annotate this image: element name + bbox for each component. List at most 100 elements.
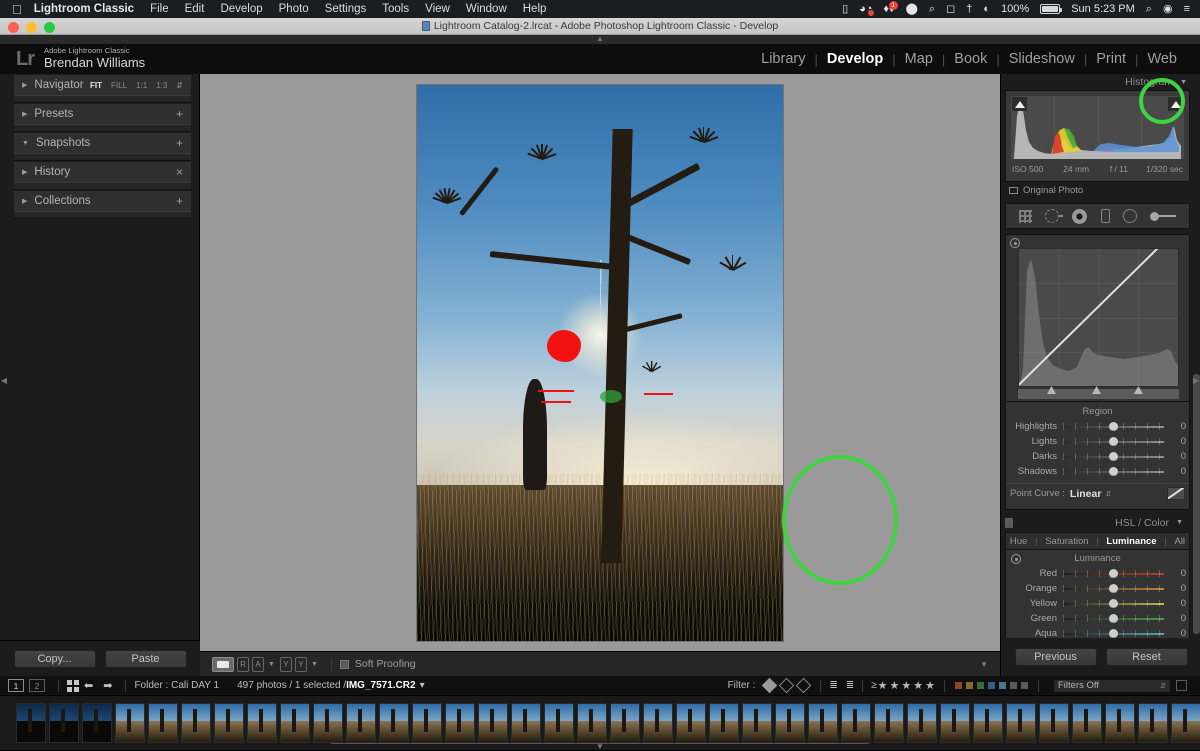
paste-button[interactable]: Paste: [105, 650, 187, 668]
filmstrip-collapse-handle[interactable]: ▼: [0, 744, 1200, 750]
filmstrip-thumbnail[interactable]: [874, 703, 904, 743]
siri-icon[interactable]: ◉: [1163, 4, 1173, 15]
zoom-window-button[interactable]: [44, 22, 55, 33]
chevron-down-icon[interactable]: ▼: [1176, 519, 1183, 526]
zoom-1-3-button[interactable]: 1:3: [156, 81, 167, 90]
zoom-fill-button[interactable]: FILL: [111, 81, 127, 90]
slider-track[interactable]: [1063, 452, 1164, 461]
add-preset-button[interactable]: +: [176, 108, 183, 120]
soft-proofing-checkbox[interactable]: [340, 660, 349, 669]
filmstrip-thumbnail[interactable]: [16, 703, 46, 743]
tone-range-handle-shadows[interactable]: [1047, 386, 1056, 394]
filmstrip-thumbnail[interactable]: [280, 703, 310, 743]
add-snapshot-button[interactable]: +: [176, 137, 183, 149]
identity-plate[interactable]: Adobe Lightroom Classic Brendan Williams: [44, 47, 145, 71]
sort-ascending-icon[interactable]: ≣: [829, 680, 837, 691]
develop-photo[interactable]: [417, 85, 783, 641]
heal-tool-icon[interactable]: [1045, 209, 1059, 223]
droplet-icon[interactable]: ⬤: [906, 4, 918, 15]
close-window-button[interactable]: [8, 22, 19, 33]
slider-darks[interactable]: Darks 0: [1006, 449, 1189, 464]
filmstrip-thumbnail[interactable]: [544, 703, 574, 743]
menu-item-develop[interactable]: Develop: [220, 3, 262, 15]
filmstrip-thumbnail[interactable]: [676, 703, 706, 743]
toolbar-options-icon[interactable]: ▼: [980, 660, 988, 669]
tab-hue[interactable]: Hue: [1010, 536, 1027, 547]
filmstrip-thumbnail[interactable]: [907, 703, 937, 743]
tone-curve-plot[interactable]: [1018, 248, 1179, 387]
tone-curve-graph[interactable]: [1005, 234, 1190, 402]
rating-operator[interactable]: ≥: [871, 680, 877, 691]
chevron-down-icon[interactable]: ▼: [311, 661, 318, 668]
menu-item-photo[interactable]: Photo: [279, 3, 309, 15]
zoom-stepper-icon[interactable]: ⇵: [176, 81, 183, 90]
tab-all[interactable]: All: [1174, 536, 1185, 547]
menu-item-view[interactable]: View: [425, 3, 450, 15]
color-label-blue[interactable]: [988, 682, 995, 689]
star-rating-4[interactable]: ★: [913, 679, 923, 692]
module-develop[interactable]: Develop: [818, 51, 892, 67]
slider-aqua[interactable]: Aqua 0: [1006, 626, 1189, 638]
flag-picked-icon[interactable]: [762, 678, 778, 694]
targeted-adjustment-icon[interactable]: [1010, 238, 1020, 248]
airplay-icon[interactable]: ◻: [946, 4, 955, 15]
module-map[interactable]: Map: [896, 51, 942, 67]
zoom-1-1-button[interactable]: 1:1: [136, 81, 147, 90]
color-label-green[interactable]: [977, 682, 984, 689]
slider-highlights[interactable]: Highlights 0: [1006, 419, 1189, 434]
chevron-down-icon[interactable]: ▼: [268, 661, 275, 668]
dropbox-icon[interactable]: ♦♦: [883, 4, 894, 15]
slider-orange[interactable]: Orange 0: [1006, 581, 1189, 596]
panel-navigator[interactable]: ▶ Navigator FIT FILL 1:1 1:3 ⇵: [14, 75, 191, 95]
slider-track[interactable]: [1063, 422, 1164, 431]
color-label-yellow[interactable]: [966, 682, 973, 689]
image-canvas[interactable]: [200, 74, 1000, 651]
right-panel-scrollbar[interactable]: [1193, 374, 1200, 634]
filmstrip-thumbnail[interactable]: [1006, 703, 1036, 743]
filmstrip-thumbnail[interactable]: [775, 703, 805, 743]
filmstrip-thumbnail[interactable]: [445, 703, 475, 743]
radial-gradient-icon[interactable]: [1123, 209, 1137, 223]
slider-track[interactable]: [1063, 584, 1164, 593]
menu-app-name[interactable]: Lightroom Classic: [34, 3, 134, 15]
left-panel-collapse-handle[interactable]: ◀: [0, 370, 8, 390]
filmstrip-thumbnail[interactable]: [808, 703, 838, 743]
panel-collections[interactable]: ▶ Collections +: [14, 191, 191, 211]
previous-button[interactable]: Previous: [1015, 648, 1097, 666]
linear-gradient-icon[interactable]: [1101, 209, 1110, 223]
filmstrip-thumbnail[interactable]: [181, 703, 211, 743]
filmstrip-thumbnail[interactable]: [577, 703, 607, 743]
timemachine-icon[interactable]: ◕◔: [859, 4, 872, 15]
screen-1-button[interactable]: 1: [8, 679, 24, 692]
menu-item-settings[interactable]: Settings: [325, 3, 367, 15]
tab-luminance[interactable]: Luminance: [1106, 536, 1156, 547]
slider-green[interactable]: Green 0: [1006, 611, 1189, 626]
point-curve-stepper-icon[interactable]: ⇵: [1105, 490, 1111, 498]
filmstrip-thumbnail[interactable]: [1171, 703, 1200, 743]
panel-history[interactable]: ▶ History ×: [14, 162, 191, 182]
reset-button[interactable]: Reset: [1106, 648, 1188, 666]
filter-lock-icon[interactable]: [1176, 680, 1187, 691]
filmstrip-thumbnail[interactable]: [148, 703, 178, 743]
ya-compare-left-icon[interactable]: Y: [280, 657, 292, 672]
current-filename[interactable]: IMG_7571.CR2: [346, 680, 415, 691]
edit-point-curve-icon[interactable]: [1167, 487, 1185, 500]
filmstrip-thumbnail[interactable]: [841, 703, 871, 743]
slider-red[interactable]: Red 0: [1006, 566, 1189, 581]
shadow-clipping-icon[interactable]: [1012, 97, 1027, 111]
top-panel-toggle[interactable]: ▲: [0, 35, 1200, 44]
module-print[interactable]: Print: [1087, 51, 1135, 67]
control-center-icon[interactable]: ≡: [1184, 4, 1190, 15]
stepper-icon[interactable]: ⇵: [1160, 682, 1166, 690]
filmstrip-thumbnail[interactable]: [115, 703, 145, 743]
filmstrip-thumbnail[interactable]: [643, 703, 673, 743]
filmstrip-thumbnail[interactable]: [82, 703, 112, 743]
point-curve-value[interactable]: Linear: [1070, 488, 1102, 500]
slider-track[interactable]: [1063, 437, 1164, 446]
filmstrip-thumbnail[interactable]: [973, 703, 1003, 743]
slider-shadows[interactable]: Shadows 0: [1006, 464, 1189, 479]
color-label-none[interactable]: [1010, 682, 1017, 689]
menu-item-window[interactable]: Window: [466, 3, 507, 15]
star-rating-5[interactable]: ★: [925, 679, 935, 692]
bluetooth-icon[interactable]: †: [966, 4, 972, 15]
